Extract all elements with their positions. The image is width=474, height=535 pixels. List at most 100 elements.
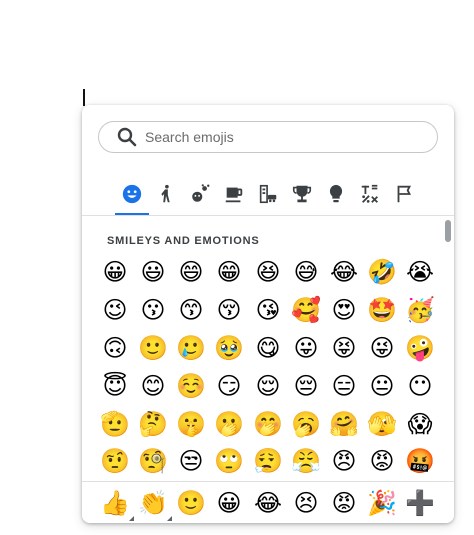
recent-emoji-char: 😀: [216, 489, 242, 517]
search-icon: [117, 127, 137, 147]
emoji-item[interactable]: 😂: [329, 257, 359, 287]
smiley-face-icon: [122, 184, 142, 204]
recent-emoji-char: ➕: [405, 489, 435, 517]
tab-food-drink[interactable]: [217, 175, 251, 213]
scrollbar-thumb[interactable]: [445, 220, 451, 242]
emoji-item[interactable]: 😭: [405, 257, 435, 287]
recent-emoji-item[interactable]: 👏: [138, 488, 172, 521]
emoji-item[interactable]: 🤭: [253, 409, 283, 439]
symbols-icon: [361, 184, 378, 203]
emoji-grid: SMILEYS AND EMOTIONS 😀 😃 😄 😁 😆 😅 😂 🤣 😭 😉 😗 😙 😚 😘 🥰 😍 🤩 🥳 🙃…: [82, 216, 454, 480]
recent-emoji-item[interactable]: 😡: [329, 488, 359, 518]
emoji-item[interactable]: 😉: [100, 295, 130, 325]
emoji-item[interactable]: 😡: [367, 446, 397, 476]
text-cursor: [83, 89, 85, 106]
emoji-item[interactable]: 🫢: [214, 409, 244, 439]
emoji-item[interactable]: 🤨: [100, 446, 130, 476]
emoji-item[interactable]: 😝: [329, 333, 359, 363]
buildings-car-icon: [259, 184, 277, 204]
emoji-item[interactable]: 😑: [329, 371, 359, 401]
emoji-item[interactable]: 😜: [367, 333, 397, 363]
emoji-item[interactable]: 😗: [138, 295, 168, 325]
recent-emoji-char: 👍: [100, 489, 130, 517]
emoji-item[interactable]: 🤫: [176, 409, 206, 439]
tab-smileys-emotions[interactable]: [115, 175, 149, 215]
emoji-item[interactable]: 😊: [138, 371, 168, 401]
emoji-item[interactable]: 🧐: [138, 446, 168, 476]
emoji-item[interactable]: 🤬: [405, 446, 435, 476]
emoji-item[interactable]: 😛: [291, 333, 321, 363]
emoji-item[interactable]: 🙄: [214, 446, 244, 476]
emoji-item[interactable]: 😙: [176, 295, 206, 325]
emoji-item[interactable]: 🤩: [367, 295, 397, 325]
emoji-item[interactable]: 😐: [367, 371, 397, 401]
recent-emoji-item[interactable]: 🎉: [367, 488, 397, 518]
tab-symbols[interactable]: [353, 175, 387, 213]
emoji-item[interactable]: 🙃: [100, 333, 130, 363]
emoji-item[interactable]: 🙂: [138, 333, 168, 363]
emoji-item[interactable]: 😋: [253, 333, 283, 363]
emoji-item[interactable]: 🫡: [100, 409, 130, 439]
tab-travel-places[interactable]: [251, 175, 285, 213]
recent-emoji-char: 😡: [331, 489, 357, 517]
emoji-item[interactable]: 🫣: [367, 409, 397, 439]
emoji-item[interactable]: 😔: [291, 371, 321, 401]
emoji-item[interactable]: 😄: [176, 257, 206, 287]
emoji-item[interactable]: 😆: [253, 257, 283, 287]
skin-tone-variant-indicator: [129, 516, 134, 521]
search-input[interactable]: [145, 129, 405, 145]
emoji-item[interactable]: 😃: [138, 257, 168, 287]
emoji-item[interactable]: 😏: [214, 371, 244, 401]
emoji-item[interactable]: 😍: [329, 295, 359, 325]
scrollbar[interactable]: [444, 216, 452, 480]
emoji-item[interactable]: 😶: [405, 371, 435, 401]
tab-activities[interactable]: [285, 175, 319, 213]
lightbulb-icon: [329, 184, 343, 203]
emoji-item[interactable]: 🥳: [405, 295, 435, 325]
trophy-icon: [292, 185, 312, 203]
emoji-item[interactable]: 😚: [214, 295, 244, 325]
emoji-item[interactable]: 😠: [329, 446, 359, 476]
emoji-item[interactable]: 😅: [291, 257, 321, 287]
tab-flags[interactable]: [387, 175, 421, 213]
emoji-item[interactable]: 😇: [100, 371, 130, 401]
emoji-item[interactable]: 🥹: [214, 333, 244, 363]
emoji-item[interactable]: 😤: [291, 446, 321, 476]
recent-emoji-item[interactable]: 😀: [214, 488, 244, 518]
emoji-item[interactable]: 😌: [253, 371, 283, 401]
emoji-item[interactable]: 🥲: [176, 333, 206, 363]
emoji-search-box[interactable]: [98, 121, 438, 153]
section-title: SMILEYS AND EMOTIONS: [107, 235, 260, 247]
recent-emoji-char: 🎉: [367, 489, 397, 517]
emoji-item[interactable]: 🥰: [291, 295, 321, 325]
emoji-item[interactable]: 🤪: [405, 333, 435, 363]
emoji-picker: SMILEYS AND EMOTIONS 😀 😃 😄 😁 😆 😅 😂 🤣 😭 😉 😗 😙 😚 😘 🥰 😍 🤩 🥳 🙃…: [82, 105, 454, 523]
person-walking-icon: [161, 184, 170, 203]
recent-emoji-item[interactable]: 😂: [253, 488, 283, 518]
emoji-item[interactable]: 😮‍💨: [253, 446, 283, 476]
emoji-item[interactable]: 😀: [100, 257, 130, 287]
emoji-item[interactable]: 🥱: [291, 409, 321, 439]
skin-tone-variant-indicator: [167, 516, 172, 521]
coffee-cup-icon: [225, 187, 243, 203]
recent-emoji-item[interactable]: 👍: [100, 488, 134, 521]
tab-animals-nature[interactable]: [183, 175, 217, 213]
emoji-item[interactable]: ☺️: [176, 371, 206, 401]
emoji-item[interactable]: 🤔: [138, 409, 168, 439]
recent-emoji-item[interactable]: 😣: [291, 488, 321, 518]
recent-emoji-item[interactable]: 🙂: [176, 488, 206, 518]
recent-emoji-item[interactable]: ➕: [405, 488, 435, 518]
emoji-item[interactable]: 😁: [214, 257, 244, 287]
tab-objects[interactable]: [319, 175, 353, 213]
recent-emoji-bar: 👍 👏 🙂 😀 😂 😣 😡 🎉 ➕: [82, 481, 454, 523]
emoji-item[interactable]: 😱: [405, 409, 435, 439]
tab-people-body[interactable]: [149, 175, 183, 213]
recent-emoji-char: 🙂: [176, 489, 206, 517]
animals-nature-icon: [192, 184, 210, 202]
recent-emoji-char: 😂: [253, 489, 283, 517]
emoji-item[interactable]: 🤗: [329, 409, 359, 439]
recent-emoji-char: 👏: [138, 489, 168, 517]
emoji-item[interactable]: 🤣: [367, 257, 397, 287]
emoji-item[interactable]: 😒: [176, 446, 206, 476]
emoji-item[interactable]: 😘: [253, 295, 283, 325]
